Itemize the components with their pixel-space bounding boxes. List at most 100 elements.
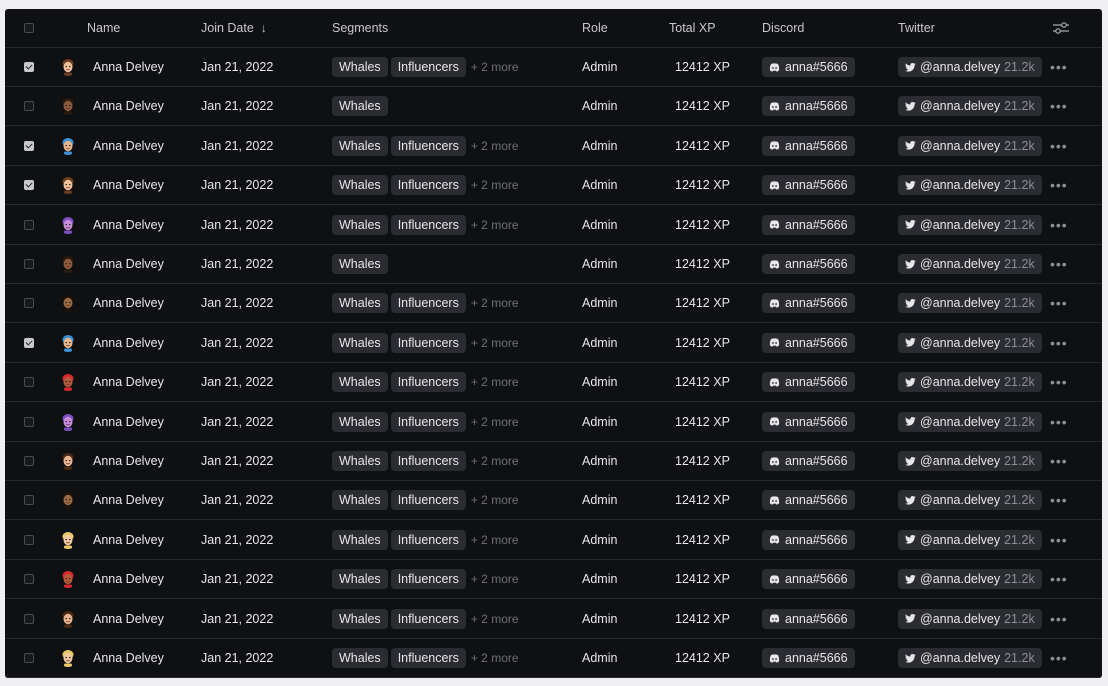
row-actions-icon[interactable]: •••	[1048, 335, 1102, 351]
table-row[interactable]: Anna Delvey Jan 21, 2022 Whales Influence…	[5, 48, 1102, 87]
row-actions-icon[interactable]: •••	[1048, 138, 1102, 154]
row-actions-icon[interactable]: •••	[1048, 453, 1102, 469]
more-segments-link[interactable]: + 2 more	[471, 296, 519, 310]
table-row[interactable]: Anna Delvey Jan 21, 2022 Whales Influence…	[5, 442, 1102, 481]
twitter-handle[interactable]: @anna.delvey 21.2k	[898, 254, 1042, 274]
column-header-discord[interactable]: Discord	[762, 21, 898, 35]
table-row[interactable]: Anna Delvey Jan 21, 2022 Whales Influence…	[5, 206, 1102, 245]
discord-handle[interactable]: anna#5666	[762, 490, 855, 511]
row-checkbox[interactable]	[24, 219, 34, 230]
column-header-join-date[interactable]: Join Date ↓	[201, 21, 332, 35]
segment-pill[interactable]: Whales	[332, 254, 388, 274]
segment-pill[interactable]: Influencers	[390, 648, 466, 668]
twitter-handle[interactable]: @anna.delvey 21.2k	[898, 214, 1042, 235]
more-segments-link[interactable]: + 2 more	[471, 139, 519, 153]
twitter-handle[interactable]: @anna.delvey 21.2k	[898, 569, 1042, 590]
segment-pill[interactable]: Influencers	[390, 451, 466, 471]
row-actions-icon[interactable]: •••	[1048, 98, 1102, 114]
segment-pill[interactable]: Whales	[332, 332, 388, 353]
twitter-handle[interactable]: @anna.delvey 21.2k	[898, 175, 1042, 196]
row-checkbox[interactable]	[24, 653, 34, 663]
column-header-total-xp[interactable]: Total XP	[669, 21, 762, 35]
discord-handle[interactable]: anna#5666	[762, 569, 855, 590]
segment-pill[interactable]: Whales	[332, 96, 388, 117]
more-segments-link[interactable]: + 2 more	[471, 612, 519, 626]
segment-pill[interactable]: Influencers	[390, 57, 466, 77]
discord-handle[interactable]: anna#5666	[762, 96, 855, 117]
row-actions-icon[interactable]: •••	[1048, 295, 1102, 311]
row-checkbox[interactable]	[24, 298, 34, 309]
table-row[interactable]: Anna Delvey Jan 21, 2022 Whales Influence…	[5, 481, 1102, 521]
segment-pill[interactable]: Influencers	[390, 332, 466, 353]
table-row[interactable]: Anna Delvey Jan 21, 2022 Whales Influence…	[5, 284, 1102, 324]
row-checkbox[interactable]	[24, 377, 34, 388]
segment-pill[interactable]: Influencers	[390, 214, 466, 235]
more-segments-link[interactable]: + 2 more	[471, 454, 519, 468]
discord-handle[interactable]: anna#5666	[762, 332, 855, 353]
discord-handle[interactable]: anna#5666	[762, 648, 855, 668]
column-header-name[interactable]: Name	[87, 21, 201, 35]
more-segments-link[interactable]: + 2 more	[471, 218, 519, 232]
table-row[interactable]: Anna Delvey Jan 21, 2022 Whales Influence…	[5, 560, 1102, 600]
segment-pill[interactable]: Influencers	[390, 608, 466, 629]
twitter-handle[interactable]: @anna.delvey 21.2k	[898, 135, 1042, 156]
discord-handle[interactable]: anna#5666	[762, 411, 855, 432]
column-header-segments[interactable]: Segments	[332, 21, 582, 35]
table-row[interactable]: Anna Delvey Jan 21, 2022 Whales Admin 12…	[5, 87, 1102, 127]
twitter-handle[interactable]: @anna.delvey 21.2k	[898, 96, 1042, 117]
select-all-checkbox[interactable]	[24, 23, 34, 33]
row-checkbox[interactable]	[24, 180, 34, 191]
segment-pill[interactable]: Whales	[332, 490, 388, 511]
segment-pill[interactable]: Influencers	[390, 175, 466, 196]
discord-handle[interactable]: anna#5666	[762, 175, 855, 196]
twitter-handle[interactable]: @anna.delvey 21.2k	[898, 490, 1042, 511]
twitter-handle[interactable]: @anna.delvey 21.2k	[898, 529, 1042, 550]
discord-handle[interactable]: anna#5666	[762, 608, 855, 629]
twitter-handle[interactable]: @anna.delvey 21.2k	[898, 57, 1042, 77]
segment-pill[interactable]: Influencers	[390, 293, 466, 314]
row-checkbox[interactable]	[24, 574, 34, 585]
row-actions-icon[interactable]: •••	[1048, 414, 1102, 430]
segment-pill[interactable]: Whales	[332, 214, 388, 235]
discord-handle[interactable]: anna#5666	[762, 372, 855, 393]
row-actions-icon[interactable]: •••	[1048, 571, 1102, 587]
more-segments-link[interactable]: + 2 more	[471, 533, 519, 547]
segment-pill[interactable]: Whales	[332, 135, 388, 156]
segment-pill[interactable]: Influencers	[390, 569, 466, 590]
discord-handle[interactable]: anna#5666	[762, 451, 855, 471]
more-segments-link[interactable]: + 2 more	[471, 572, 519, 586]
row-actions-icon[interactable]: •••	[1048, 177, 1102, 193]
row-actions-icon[interactable]: •••	[1048, 532, 1102, 548]
twitter-handle[interactable]: @anna.delvey 21.2k	[898, 608, 1042, 629]
more-segments-link[interactable]: + 2 more	[471, 651, 519, 665]
row-actions-icon[interactable]: •••	[1048, 650, 1102, 666]
segment-pill[interactable]: Whales	[332, 411, 388, 432]
column-header-role[interactable]: Role	[582, 21, 669, 35]
discord-handle[interactable]: anna#5666	[762, 57, 855, 77]
row-actions-icon[interactable]: •••	[1048, 611, 1102, 627]
more-segments-link[interactable]: + 2 more	[471, 60, 519, 74]
more-segments-link[interactable]: + 2 more	[471, 336, 519, 350]
twitter-handle[interactable]: @anna.delvey 21.2k	[898, 372, 1042, 393]
twitter-handle[interactable]: @anna.delvey 21.2k	[898, 411, 1042, 432]
row-actions-icon[interactable]: •••	[1048, 217, 1102, 233]
table-row[interactable]: Anna Delvey Jan 21, 2022 Whales Influence…	[5, 127, 1102, 166]
table-row[interactable]: Anna Delvey Jan 21, 2022 Whales Influence…	[5, 363, 1102, 403]
discord-handle[interactable]: anna#5666	[762, 293, 855, 314]
row-actions-icon[interactable]: •••	[1048, 492, 1102, 508]
segment-pill[interactable]: Influencers	[390, 372, 466, 393]
segment-pill[interactable]: Influencers	[390, 411, 466, 432]
segment-pill[interactable]: Influencers	[390, 529, 466, 550]
row-checkbox[interactable]	[24, 534, 34, 545]
twitter-handle[interactable]: @anna.delvey 21.2k	[898, 293, 1042, 314]
more-segments-link[interactable]: + 2 more	[471, 493, 519, 507]
more-segments-link[interactable]: + 2 more	[471, 178, 519, 192]
row-checkbox[interactable]	[24, 259, 34, 269]
more-segments-link[interactable]: + 2 more	[471, 375, 519, 389]
row-checkbox[interactable]	[24, 495, 34, 506]
segment-pill[interactable]: Influencers	[390, 490, 466, 511]
segment-pill[interactable]: Whales	[332, 608, 388, 629]
segment-pill[interactable]: Influencers	[390, 135, 466, 156]
row-checkbox[interactable]	[24, 416, 34, 427]
twitter-handle[interactable]: @anna.delvey 21.2k	[898, 332, 1042, 353]
